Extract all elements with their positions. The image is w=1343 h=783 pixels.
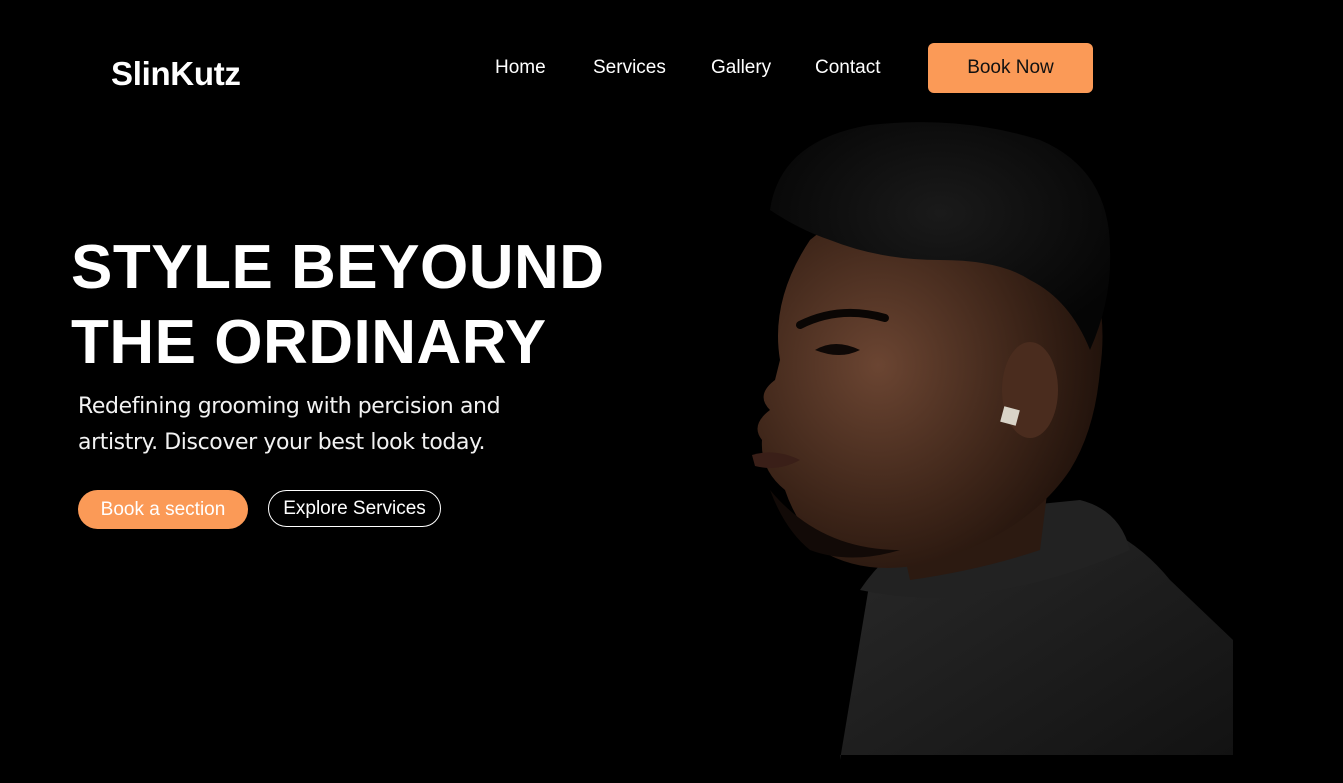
hero-headline-line-1: STYLE BEYOUND xyxy=(71,233,605,302)
nav-link-gallery[interactable]: Gallery xyxy=(711,43,771,93)
hero-portrait-image xyxy=(752,122,1233,760)
book-a-section-button[interactable]: Book a section xyxy=(78,490,248,529)
nav-link-services[interactable]: Services xyxy=(593,43,666,93)
book-now-button[interactable]: Book Now xyxy=(928,43,1093,93)
hero-subtext: Redefining grooming with percision and a… xyxy=(78,394,501,455)
explore-services-button[interactable]: Explore Services xyxy=(268,490,441,527)
nav-link-home[interactable]: Home xyxy=(495,43,546,93)
hero-headline-line-2: THE ORDINARY xyxy=(71,308,547,377)
nav-link-contact[interactable]: Contact xyxy=(815,43,880,93)
main-nav: Home Services Gallery Contact Book Now xyxy=(0,43,1343,93)
hero-headline: STYLE BEYOUND THE ORDINARY xyxy=(71,230,631,380)
